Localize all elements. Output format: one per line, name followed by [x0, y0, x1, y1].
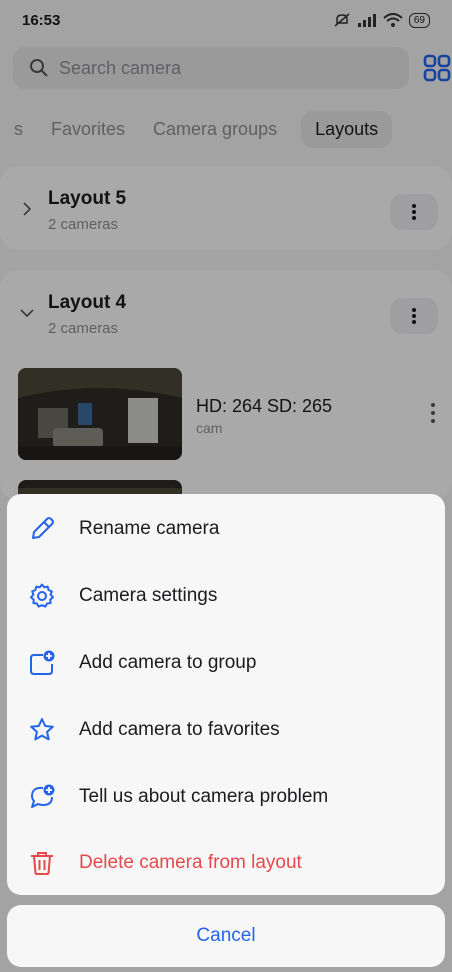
cancel-label: Cancel	[196, 925, 256, 946]
action-label: Camera settings	[79, 585, 218, 607]
camera-settings-action[interactable]: Camera settings	[7, 563, 445, 630]
action-label: Rename camera	[79, 518, 220, 540]
action-label: Delete camera from layout	[79, 852, 302, 874]
action-label: Add camera to group	[79, 651, 257, 673]
action-label: Tell us about camera problem	[79, 785, 329, 807]
chat-add-icon	[27, 782, 57, 812]
trash-icon	[27, 848, 57, 878]
gear-icon	[27, 581, 57, 611]
action-sheet: Rename camera Camera settings Add camera…	[7, 494, 445, 895]
add-to-favorites-action[interactable]: Add camera to favorites	[7, 696, 445, 763]
delete-from-layout-action[interactable]: Delete camera from layout	[7, 830, 445, 897]
report-problem-action[interactable]: Tell us about camera problem	[7, 763, 445, 830]
cancel-button[interactable]: Cancel	[7, 905, 445, 967]
folder-add-icon	[27, 648, 57, 678]
rename-camera-action[interactable]: Rename camera	[7, 496, 445, 563]
action-label: Add camera to favorites	[79, 718, 280, 740]
pencil-icon	[27, 514, 57, 544]
star-icon	[27, 715, 57, 745]
add-to-group-action[interactable]: Add camera to group	[7, 630, 445, 697]
